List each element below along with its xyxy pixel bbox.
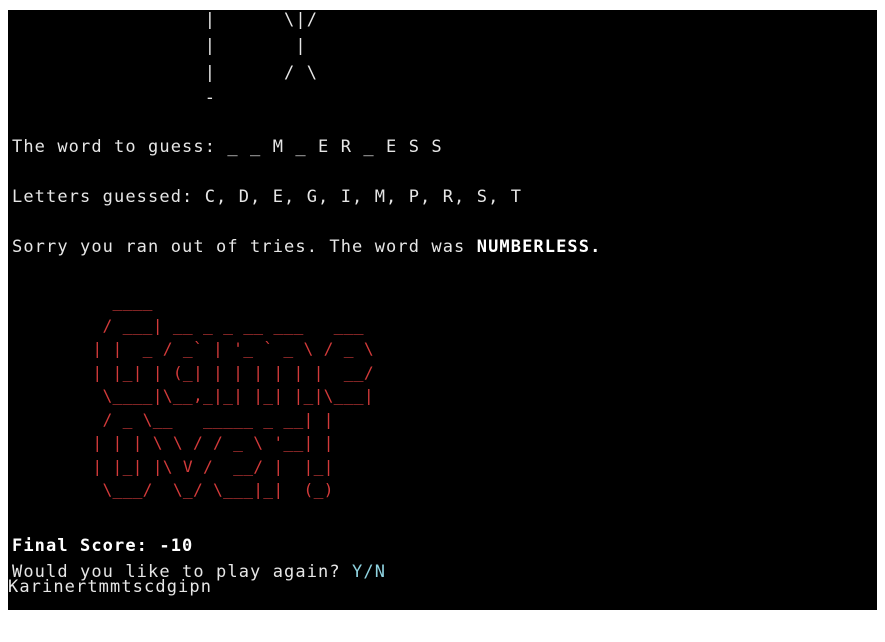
secret-word: NUMBERLESS. [476, 237, 602, 257]
terminal-window: | \|/ | | | / \ - The word to guess: _ _… [8, 10, 877, 610]
loss-message: Sorry you ran out of tries. The word was… [12, 237, 601, 257]
letters-guessed: Letters guessed: C, D, E, G, I, M, P, R,… [12, 187, 523, 207]
input-underline [17, 598, 267, 610]
final-score: Final Score: -10 [12, 536, 194, 556]
gallows-line-3: | / \ [12, 63, 319, 83]
terminal-input[interactable]: Karinertmmtscdgipn [8, 576, 212, 598]
loss-message-text: Sorry you ran out of tries. The word was [12, 237, 477, 257]
word-to-guess: The word to guess: _ _ M _ E R _ E S S [12, 137, 443, 157]
game-over-banner: ____ / ___| __ _ _ __ ___ ___ | | _ / _`… [92, 292, 374, 499]
gallows-line-4: - [12, 88, 217, 108]
play-again-options: Y/N [352, 562, 387, 582]
gallows-line-1: | \|/ [12, 10, 319, 30]
gallows-line-2: | | [12, 36, 307, 56]
